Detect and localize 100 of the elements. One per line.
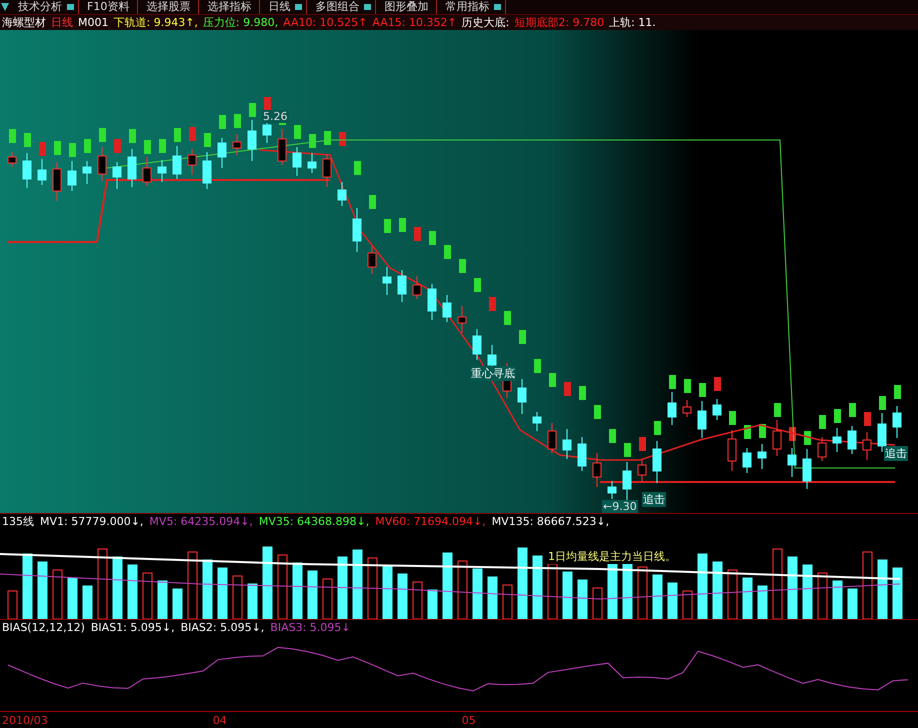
indicator-value: MV1: 57779.000↓, (40, 515, 144, 528)
volume-bar (128, 564, 138, 620)
indicator-value: MV60: 71694.094↓, (375, 515, 486, 528)
candlestick (52, 162, 62, 202)
candlestick (818, 436, 826, 462)
candlestick (202, 152, 212, 190)
volume-bar (292, 562, 302, 620)
candlestick (758, 444, 766, 470)
volume-bar (638, 566, 648, 620)
volume-bar (442, 552, 452, 620)
signal-bar (519, 330, 526, 344)
signal-bar (834, 409, 841, 424)
volume-bar (202, 560, 212, 620)
candlestick (592, 452, 602, 488)
candlestick (292, 146, 302, 177)
candlestick (338, 182, 346, 207)
candlestick (352, 208, 362, 253)
indicator-value: BIAS(12,12,12) (2, 621, 85, 634)
volume-bar (22, 554, 32, 620)
volume-bar (382, 566, 392, 620)
signal-bar (864, 412, 871, 426)
candlestick (368, 246, 376, 275)
candlestick (68, 160, 76, 192)
candlestick (788, 448, 796, 478)
candlestick (518, 378, 526, 415)
candlestick (772, 420, 782, 457)
volume-bar (652, 574, 662, 620)
signal-bar (609, 429, 616, 444)
candlestick (308, 152, 316, 174)
volume-bar (788, 556, 798, 620)
indicator-value: AA15: 10.352↑ (372, 16, 457, 29)
candlestick (98, 146, 106, 182)
candlestick (458, 306, 466, 334)
volume-bar (848, 588, 858, 620)
volume-bar (232, 576, 242, 620)
toolbar-button[interactable]: 选择股票 (138, 0, 200, 14)
signal-bar (324, 131, 331, 146)
chart-label: 重心寻底 (470, 366, 516, 382)
candlestick (322, 154, 332, 188)
signal-bar (369, 195, 376, 210)
volume-bar (38, 562, 48, 620)
volume-bar (278, 554, 288, 620)
indicator-value: MV5: 64235.094↓, (149, 515, 253, 528)
toolbar-button[interactable]: F10资料 (79, 0, 138, 14)
indicator-value: 短期底部2: 9.780 (514, 15, 604, 30)
signal-bar (459, 259, 466, 274)
volume-bar (592, 588, 602, 620)
volume-bar (98, 548, 108, 620)
signal-bar (39, 142, 46, 156)
signal-bar (714, 377, 721, 392)
candlestick (668, 392, 676, 426)
volume-bar (532, 556, 542, 620)
signal-bar (504, 311, 511, 326)
signal-bar (474, 278, 481, 292)
candlestick (698, 400, 706, 439)
candlestick (172, 146, 182, 180)
volume-bar (352, 550, 362, 620)
signal-bar (624, 443, 631, 458)
signal-bar (24, 133, 31, 148)
candlestick (712, 398, 722, 421)
candlestick (278, 128, 286, 166)
volume-bar (728, 570, 738, 620)
volume-bar (698, 554, 708, 620)
signal-bar (534, 359, 541, 374)
volume-bar (548, 564, 558, 620)
signal-bar (204, 133, 211, 148)
candlestick (548, 422, 556, 454)
date-label: 2010/03 (2, 714, 48, 727)
candlestick (728, 430, 736, 472)
indicator-value: BIAS1: 5.095↓, (90, 621, 175, 634)
volume-bar (8, 590, 18, 620)
dropdown-arrow-icon[interactable] (0, 1, 10, 13)
signal-bar (84, 139, 91, 154)
signal-bar (234, 114, 241, 128)
signal-bar (654, 421, 661, 436)
indicator-value: MV35: 64368.898↓, (258, 515, 370, 528)
candlestick (878, 412, 886, 453)
signal-bar (429, 231, 436, 246)
signal-bar (759, 424, 766, 438)
volume-bar (472, 568, 482, 620)
indicator-value: 上轨: 11. (609, 15, 656, 30)
volume-bar (188, 552, 198, 620)
signal-bar (594, 405, 601, 420)
signal-bar (489, 297, 496, 312)
volume-bar (802, 564, 812, 620)
signal-bar (384, 219, 391, 234)
signal-bar (414, 227, 421, 242)
candlestick (232, 134, 242, 156)
signal-bar (114, 139, 121, 154)
candlestick (832, 428, 842, 453)
signal-bar (639, 437, 646, 452)
signal-bar (294, 125, 301, 140)
candlestick (22, 152, 32, 189)
volume-bar (458, 560, 468, 620)
signal-bar (69, 143, 76, 158)
candlestick (412, 276, 422, 300)
volume-bar (428, 590, 438, 620)
candlestick (652, 440, 662, 484)
candlestick (82, 160, 92, 185)
chart-label: 追击 (884, 446, 908, 462)
